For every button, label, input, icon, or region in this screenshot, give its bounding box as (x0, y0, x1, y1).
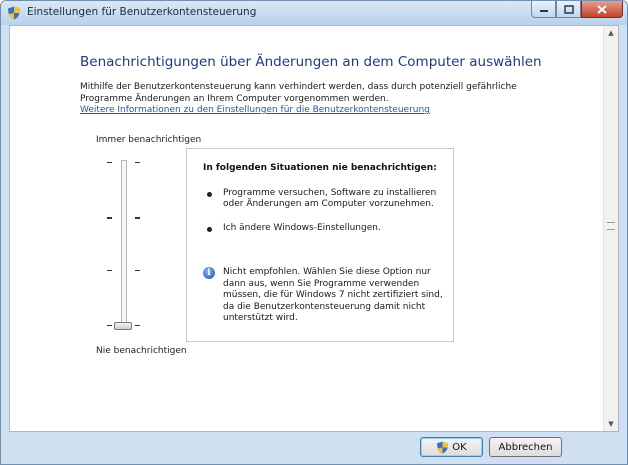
page-heading: Benachrichtigungen über Änderungen an de… (80, 54, 542, 70)
more-info-link[interactable]: Weitere Informationen zu den Einstellung… (80, 105, 430, 115)
info-bullet: Programme versuchen, Software zu install… (223, 188, 437, 209)
minimize-button[interactable] (531, 1, 556, 18)
maximize-button[interactable] (556, 1, 581, 18)
uac-shield-icon (8, 6, 20, 20)
slider-tick (135, 162, 140, 163)
bullet-icon (207, 192, 212, 197)
maximize-icon (563, 4, 574, 14)
cancel-button-label: Abbrechen (498, 441, 553, 453)
ok-button-label: OK (452, 441, 467, 453)
slider-tick (135, 217, 140, 219)
vertical-scrollbar[interactable]: ▲ ▼ (603, 26, 618, 431)
caption-buttons (531, 1, 623, 18)
slider-track[interactable] (121, 160, 127, 330)
scroll-down-arrow-icon[interactable]: ▼ (604, 417, 618, 431)
info-icon: i (203, 267, 215, 279)
close-button[interactable] (581, 1, 623, 18)
slider-tick (107, 162, 112, 163)
ok-button[interactable]: OK (420, 437, 483, 457)
level-description-box: In folgenden Situationen nie benachricht… (186, 148, 454, 342)
minimize-icon (539, 10, 548, 12)
slider-thumb[interactable] (114, 322, 132, 330)
slider-tick (107, 217, 112, 219)
warning-notice: Nicht empfohlen. Wählen Sie diese Option… (223, 267, 443, 323)
uac-shield-icon (437, 440, 449, 454)
info-bullet: Ich ändere Windows-Einstellungen. (223, 223, 381, 233)
slider-tick (107, 270, 112, 271)
slider-bottom-label: Nie benachrichtigen (96, 346, 187, 356)
close-icon (597, 4, 607, 14)
cancel-button[interactable]: Abbrechen (489, 437, 562, 457)
slider-tick (107, 325, 112, 326)
bullet-icon (207, 227, 212, 232)
title-bar[interactable]: Einstellungen für Benutzerkontensteuerun… (1, 1, 627, 25)
info-title: In folgenden Situationen nie benachricht… (203, 163, 437, 173)
uac-settings-window: Einstellungen für Benutzerkontensteuerun… (0, 0, 628, 465)
slider-tick (135, 325, 140, 326)
window-title: Einstellungen für Benutzerkontensteuerun… (27, 6, 257, 18)
scroll-grip-icon[interactable] (607, 222, 615, 230)
slider-top-label: Immer benachrichtigen (96, 135, 202, 145)
content-area: Benachrichtigungen über Änderungen an de… (9, 25, 619, 432)
description-text: Mithilfe der Benutzerkontensteuerung kan… (80, 82, 517, 104)
scroll-up-arrow-icon[interactable]: ▲ (604, 26, 618, 40)
slider-tick (135, 270, 140, 271)
